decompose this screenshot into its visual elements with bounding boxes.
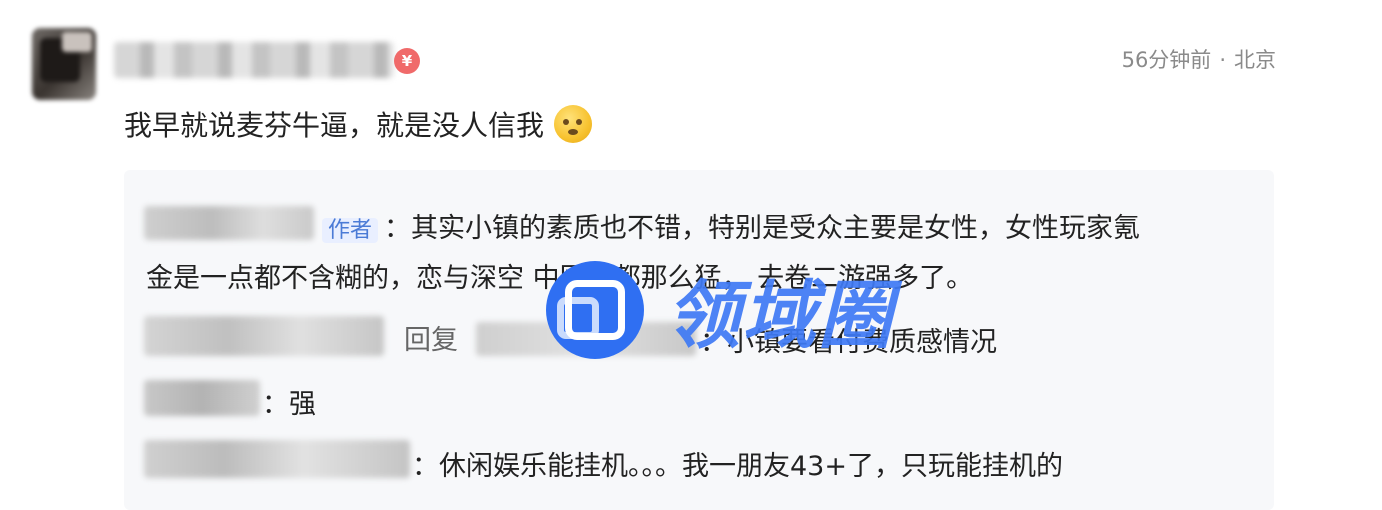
comment-location: 北京	[1234, 48, 1276, 72]
reply-word: 回复	[404, 325, 458, 356]
reply-1-username-blurred[interactable]	[144, 206, 314, 240]
reply-2-line: 回复	[394, 318, 468, 357]
reply-3-username-blurred[interactable]	[144, 380, 260, 416]
watermark: 领域圈	[546, 256, 894, 363]
reply-4-username-blurred[interactable]	[144, 440, 410, 478]
author-tag: 作者	[322, 218, 379, 243]
username-blurred[interactable]	[114, 42, 394, 78]
dizzy-face-emoji-icon	[554, 105, 593, 143]
watermark-text: 领域圈	[666, 273, 894, 359]
comment-meta: 56分钟前 · 北京	[1122, 44, 1276, 74]
comment-text-row: 我早就说麦芬牛逼，就是没人信我	[124, 104, 593, 144]
reply-1-line-1: 作者 ：其实小镇的素质也不错，特别是受众主要是女性，女性玩家氪	[322, 206, 1140, 245]
user-avatar[interactable]	[32, 28, 96, 100]
reply-3-line: ：强	[262, 382, 316, 421]
meta-separator: ·	[1219, 48, 1226, 72]
reply-4-line: ：休闲娱乐能挂机。。。我一朋友43+了，只玩能挂机的	[412, 444, 1063, 483]
reply-1-text-1: ：其实小镇的素质也不错，特别是受众主要是女性，女性玩家氪	[384, 213, 1141, 244]
comment-text: 我早就说麦芬牛逼，就是没人信我	[124, 109, 545, 142]
watermark-logo-icon	[546, 260, 644, 359]
reply-3-content: ：强	[262, 389, 316, 420]
comment-time: 56分钟前	[1121, 48, 1212, 72]
reply-2-username-blurred[interactable]	[144, 316, 384, 356]
reply-4-content: ：休闲娱乐能挂机。。。我一朋友43+了，只玩能挂机的	[412, 451, 1063, 482]
vip-badge-icon: ¥	[394, 48, 420, 74]
